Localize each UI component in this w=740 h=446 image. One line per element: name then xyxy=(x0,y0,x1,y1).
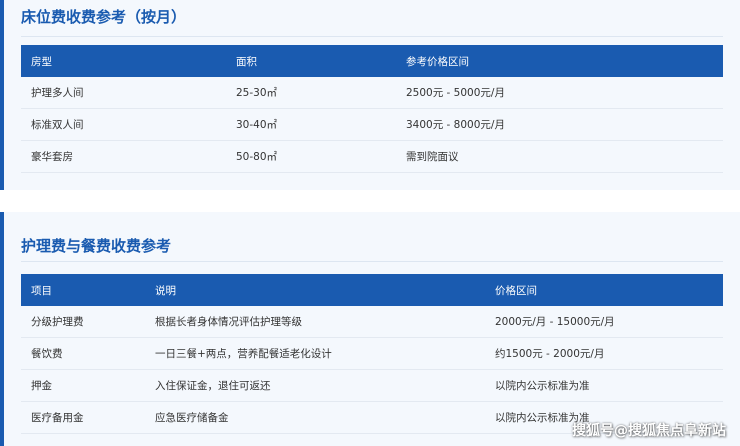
item-cell: 餐饮费 xyxy=(21,337,145,370)
area-cell: 50-80㎡ xyxy=(226,140,396,173)
table-row: 标准双人间 30-40㎡ 3400元 - 8000元/月 xyxy=(21,108,723,141)
description-cell: 一日三餐+两点，营养配餐适老化设计 xyxy=(145,337,485,370)
bed-fee-title: 床位费收费参考（按月） xyxy=(21,8,187,26)
room-type-cell: 豪华套房 xyxy=(21,140,226,173)
sohu-watermark: 搜狐号@搜狐焦点阜新站 xyxy=(572,423,726,439)
table-row: 押金 入住保证金，退住可返还 以院内公示标准为准 xyxy=(21,369,723,402)
table-row: 分级护理费 根据长者身体情况评估护理等级 2000元/月 - 15000元/月 xyxy=(21,306,723,338)
price-cell: 2500元 - 5000元/月 xyxy=(396,77,723,109)
table-header-row: 房型 面积 参考价格区间 xyxy=(21,45,723,77)
table-header-row: 项目 说明 价格区间 xyxy=(21,274,723,306)
title-divider xyxy=(21,36,723,37)
item-cell: 分级护理费 xyxy=(21,306,145,338)
care-meal-fee-title: 护理费与餐费收费参考 xyxy=(21,237,172,255)
item-cell: 押金 xyxy=(21,369,145,402)
price-cell: 以院内公示标准为准 xyxy=(485,369,723,402)
room-type-cell: 标准双人间 xyxy=(21,108,226,141)
bed-fee-section: 床位费收费参考（按月） 房型 面积 参考价格区间 护理多人间 25-30㎡ 25… xyxy=(0,0,740,190)
price-cell: 需到院面议 xyxy=(396,140,723,173)
column-header: 面积 xyxy=(236,55,257,68)
care-meal-fee-section: 护理费与餐费收费参考 项目 说明 价格区间 分级护理费 根据长者身体情况评估护理… xyxy=(0,212,740,446)
column-header: 价格区间 xyxy=(495,284,537,297)
description-cell: 应急医疗储备金 xyxy=(145,401,485,434)
section-accent-bar xyxy=(0,0,4,190)
description-cell: 根据长者身体情况评估护理等级 xyxy=(145,306,485,338)
table-row: 护理多人间 25-30㎡ 2500元 - 5000元/月 xyxy=(21,77,723,109)
area-cell: 30-40㎡ xyxy=(226,108,396,141)
care-meal-fee-table: 项目 说明 价格区间 分级护理费 根据长者身体情况评估护理等级 2000元/月 … xyxy=(21,274,723,434)
price-cell: 约1500元 - 2000元/月 xyxy=(485,337,723,370)
column-header: 项目 xyxy=(31,284,52,297)
description-cell: 入住保证金，退住可返还 xyxy=(145,369,485,402)
column-header: 房型 xyxy=(31,55,52,68)
title-divider xyxy=(21,261,723,262)
table-row: 餐饮费 一日三餐+两点，营养配餐适老化设计 约1500元 - 2000元/月 xyxy=(21,337,723,370)
price-cell: 3400元 - 8000元/月 xyxy=(396,108,723,141)
item-cell: 医疗备用金 xyxy=(21,401,145,434)
column-header: 参考价格区间 xyxy=(406,55,469,68)
area-cell: 25-30㎡ xyxy=(226,77,396,109)
bed-fee-table: 房型 面积 参考价格区间 护理多人间 25-30㎡ 2500元 - 5000元/… xyxy=(21,45,723,173)
section-accent-bar xyxy=(0,212,4,446)
column-header: 说明 xyxy=(155,284,176,297)
table-row: 豪华套房 50-80㎡ 需到院面议 xyxy=(21,140,723,173)
room-type-cell: 护理多人间 xyxy=(21,77,226,109)
price-cell: 2000元/月 - 15000元/月 xyxy=(485,306,723,338)
